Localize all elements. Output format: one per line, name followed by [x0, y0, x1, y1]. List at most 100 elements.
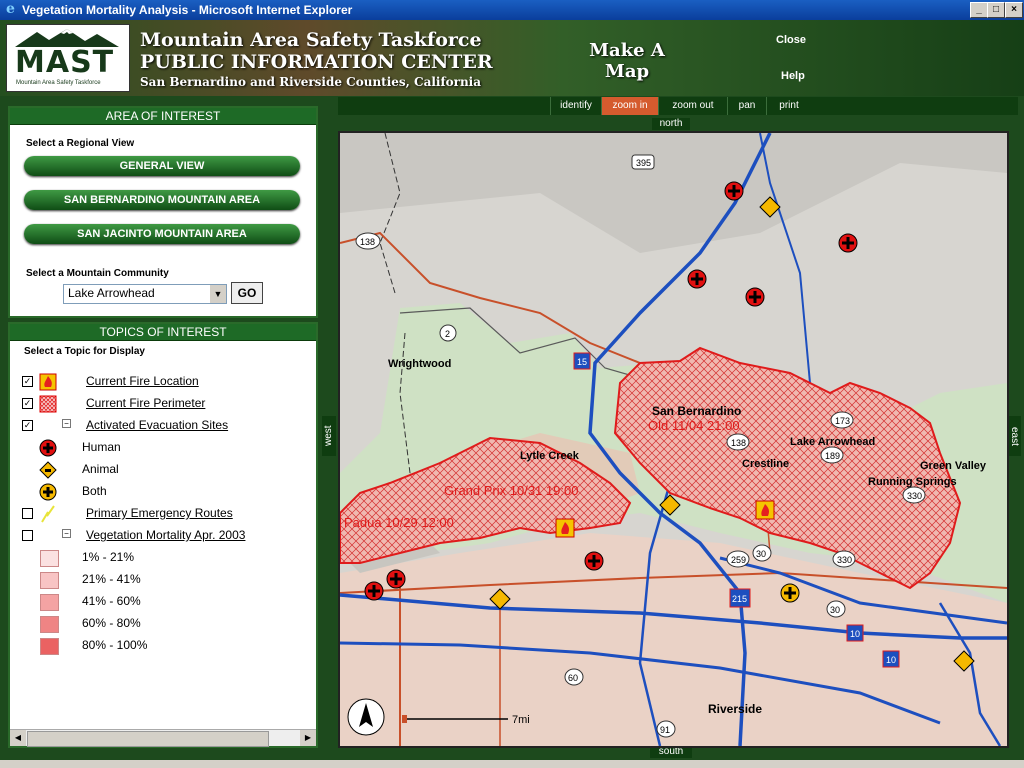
legend-label: 41% - 60% — [82, 594, 141, 608]
svg-text:Grand Prix 10/31 19:00: Grand Prix 10/31 19:00 — [444, 483, 578, 498]
pan-west-button[interactable]: west — [322, 416, 336, 456]
page-subtitle: San Bernardino and Riverside Counties, C… — [140, 75, 482, 89]
place-label: Crestline — [742, 458, 789, 470]
collapse-evacuation-icon[interactable]: − — [62, 419, 71, 428]
help-link[interactable]: Help — [781, 70, 805, 82]
tool-zoom-out[interactable]: zoom out — [658, 97, 727, 115]
page-title: PUBLIC INFORMATION CENTER — [140, 51, 493, 73]
human-evac-marker[interactable] — [687, 269, 707, 289]
emergency-routes-link[interactable]: Primary Emergency Routes — [86, 506, 233, 520]
both-evac-icon — [39, 483, 57, 501]
tool-zoom-in[interactable]: zoom in — [601, 97, 658, 115]
area-of-interest-panel: AREA OF INTEREST Select a Regional View … — [8, 106, 318, 318]
vegetation-link[interactable]: Vegetation Mortality Apr. 2003 — [86, 528, 245, 542]
highway-shield: 330 — [902, 486, 926, 504]
place-label: San Bernardino — [652, 404, 741, 418]
perimeter-icon — [39, 395, 57, 413]
fire-location-marker[interactable] — [555, 518, 575, 538]
scroll-right-icon[interactable]: ▶ — [300, 730, 316, 746]
san-bernardino-mountain-button[interactable]: SAN BERNARDINO MOUNTAIN AREA — [24, 190, 300, 210]
vegetation-checkbox[interactable] — [22, 530, 33, 541]
topic-row-evacuation: ✓ − Activated Evacuation Sites — [10, 416, 310, 436]
fire-perimeter-link[interactable]: Current Fire Perimeter — [86, 396, 205, 410]
svg-text:10: 10 — [850, 629, 860, 639]
svg-text:10: 10 — [886, 655, 896, 665]
community-select-value: Lake Arrowhead — [68, 286, 155, 300]
highway-shield: 138 — [355, 232, 381, 250]
highway-shield: 395 — [631, 154, 655, 170]
svg-text:189: 189 — [825, 451, 840, 461]
tool-pan[interactable]: pan — [727, 97, 766, 115]
fire-location-marker[interactable] — [755, 500, 775, 520]
topic-row-emergency-routes: Primary Emergency Routes — [10, 504, 310, 524]
fire-perimeter-checkbox[interactable]: ✓ — [22, 398, 33, 409]
chevron-down-icon[interactable]: ▼ — [210, 285, 226, 303]
fire-location-link[interactable]: Current Fire Location — [86, 374, 199, 388]
go-button[interactable]: GO — [231, 282, 263, 304]
human-evac-marker[interactable] — [364, 581, 384, 601]
both-evac-marker[interactable] — [780, 583, 800, 603]
community-label: Select a Mountain Community — [26, 268, 169, 279]
map-canvas[interactable]: Old 11/04 21:00 Grand Prix 10/31 19:00 P… — [340, 133, 1007, 746]
window-titlebar: e Vegetation Mortality Analysis - Micros… — [0, 0, 1024, 20]
area-of-interest-heading: AREA OF INTEREST — [10, 108, 316, 125]
tool-print[interactable]: print — [766, 97, 811, 115]
maximize-button[interactable]: □ — [987, 2, 1005, 18]
community-select[interactable]: Lake Arrowhead ▼ — [63, 284, 227, 304]
general-view-button[interactable]: GENERAL VIEW — [24, 156, 300, 176]
legend-swatch — [40, 594, 59, 611]
svg-text:330: 330 — [907, 491, 922, 501]
collapse-vegetation-icon[interactable]: − — [62, 529, 71, 538]
map-view[interactable]: Old 11/04 21:00 Grand Prix 10/31 19:00 P… — [338, 131, 1009, 748]
evac-both-row: Both — [10, 482, 310, 502]
place-label: Lake Arrowhead — [790, 436, 875, 448]
pan-north-button[interactable]: north — [652, 118, 690, 130]
close-window-button[interactable]: × — [1005, 2, 1023, 18]
svg-text:173: 173 — [835, 416, 850, 426]
human-evac-marker[interactable] — [386, 569, 406, 589]
mast-logo[interactable]: MAST Mountain Area Safety Taskforce — [6, 24, 130, 92]
legend-row: 21% - 41% — [10, 570, 310, 590]
emergency-routes-checkbox[interactable] — [22, 508, 33, 519]
close-link[interactable]: Close — [776, 34, 806, 46]
svg-text:Padua 10/29 12:00: Padua 10/29 12:00 — [344, 515, 454, 530]
topics-panel: TOPICS OF INTEREST Select a Topic for Di… — [8, 322, 318, 748]
highway-shield: 60 — [564, 668, 584, 686]
evacuation-link[interactable]: Activated Evacuation Sites — [86, 418, 228, 432]
fire-location-checkbox[interactable]: ✓ — [22, 376, 33, 387]
human-evac-marker[interactable] — [584, 551, 604, 571]
svg-text:60: 60 — [568, 673, 578, 683]
pan-east-button[interactable]: east — [1007, 416, 1021, 456]
animal-evac-icon — [39, 461, 57, 479]
evac-animal-label: Animal — [82, 462, 119, 476]
logo-text: MAST — [15, 45, 115, 80]
place-label: Green Valley — [920, 460, 987, 472]
san-jacinto-mountain-button[interactable]: SAN JACINTO MOUNTAIN AREA — [24, 224, 300, 244]
fire-label: Grand Prix 10/31 19:00 — [444, 483, 578, 498]
evacuation-checkbox[interactable]: ✓ — [22, 420, 33, 431]
tool-identify[interactable]: identify — [550, 97, 601, 115]
scroll-thumb[interactable] — [27, 731, 269, 747]
legend-label: 60% - 80% — [82, 616, 141, 630]
svg-text:7mi: 7mi — [512, 714, 530, 726]
legend-swatch — [40, 616, 59, 633]
human-evac-marker[interactable] — [724, 181, 744, 201]
legend-label: 80% - 100% — [82, 638, 148, 652]
highway-shield: 91 — [656, 720, 676, 738]
highway-shield: 215 — [729, 588, 751, 608]
svg-text:Old 11/04 21:00: Old 11/04 21:00 — [648, 418, 740, 433]
north-arrow-icon — [347, 698, 385, 736]
evac-human-row: Human — [10, 438, 310, 458]
horizontal-scrollbar[interactable]: ◀ ▶ — [10, 729, 316, 747]
minimize-button[interactable]: _ — [970, 2, 988, 18]
make-a-map-link[interactable]: Make A Map — [585, 40, 669, 82]
highway-shield: 259 — [726, 550, 750, 568]
human-evac-marker[interactable] — [745, 287, 765, 307]
human-evac-marker[interactable] — [838, 233, 858, 253]
scroll-left-icon[interactable]: ◀ — [10, 730, 26, 746]
legend-swatch — [40, 638, 59, 655]
svg-text:259: 259 — [731, 555, 746, 565]
legend-row: 60% - 80% — [10, 614, 310, 634]
logo-subtext: Mountain Area Safety Taskforce — [16, 80, 101, 86]
legend-swatch — [40, 550, 59, 567]
